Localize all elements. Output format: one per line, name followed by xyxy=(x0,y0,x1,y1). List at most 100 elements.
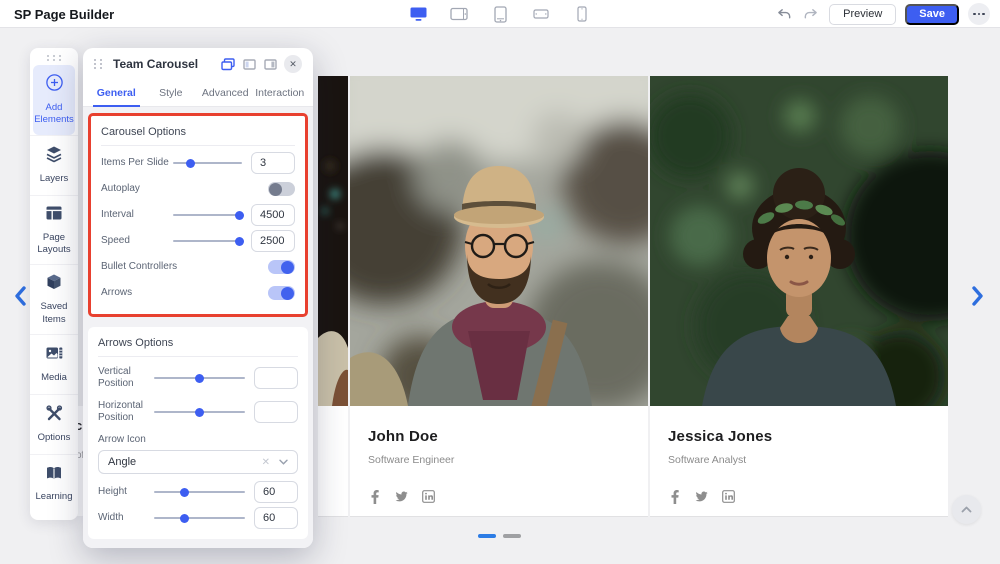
member-photo-jessica-jones xyxy=(650,76,948,406)
facebook-icon[interactable] xyxy=(368,490,381,503)
scroll-to-top-button[interactable] xyxy=(952,495,981,524)
element-settings-panel: Team Carousel ✕ General Style Advanced I… xyxy=(83,48,313,548)
cube-icon xyxy=(45,273,63,296)
close-icon[interactable]: ✕ xyxy=(284,55,302,73)
preview-button[interactable]: Preview xyxy=(829,4,896,25)
layers-icon xyxy=(45,145,63,168)
twitter-icon[interactable] xyxy=(395,490,408,503)
interval-slider[interactable] xyxy=(173,214,242,216)
sidebar-item-media[interactable]: Media xyxy=(30,334,78,394)
sidebar-item-add-elements[interactable]: Add Elements xyxy=(33,65,75,135)
member-card-john-doe: John Doe Software Engineer xyxy=(350,406,648,516)
tools-icon xyxy=(45,404,63,427)
phone-landscape-icon[interactable] xyxy=(531,4,551,24)
member-role: Software Engineer xyxy=(368,454,648,466)
previous-slide-card xyxy=(318,406,348,516)
device-switcher xyxy=(408,0,592,28)
bullet-inactive[interactable] xyxy=(503,534,521,538)
redo-icon[interactable] xyxy=(802,6,820,22)
width-row: Width xyxy=(98,505,298,531)
phone-portrait-icon[interactable] xyxy=(572,4,592,24)
more-options-button[interactable] xyxy=(968,3,990,25)
horizontal-position-input[interactable] xyxy=(254,401,298,423)
arrow-icon-select[interactable]: Angle ✕ xyxy=(98,450,298,474)
duplicate-icon[interactable] xyxy=(221,57,235,71)
linkedin-icon[interactable] xyxy=(422,490,435,503)
carousel-bullets xyxy=(478,534,521,538)
height-slider[interactable] xyxy=(154,491,245,493)
book-icon xyxy=(45,465,63,486)
vertical-position-slider[interactable] xyxy=(154,377,245,379)
arrows-row: Arrows xyxy=(101,280,295,306)
builder-sidebar: Add Elements Layers Page Layouts Saved I… xyxy=(30,48,78,520)
dock-right-icon[interactable] xyxy=(263,57,277,71)
twitter-icon[interactable] xyxy=(695,490,708,503)
save-button[interactable]: Save xyxy=(905,4,959,25)
panel-header: Team Carousel ✕ xyxy=(83,48,313,80)
toolbar-actions: Preview Save xyxy=(775,0,990,28)
bullet-controllers-row: Bullet Controllers xyxy=(101,254,295,280)
bullet-controllers-toggle[interactable] xyxy=(268,260,295,274)
social-links xyxy=(668,490,948,503)
height-input[interactable] xyxy=(254,481,298,503)
section-title: Carousel Options xyxy=(101,122,295,146)
member-name: Jessica Jones xyxy=(668,428,948,445)
sidebar-item-learning[interactable]: Learning xyxy=(30,454,78,514)
carousel-next-arrow-icon[interactable] xyxy=(971,286,989,306)
panel-body: Carousel Options Items Per Slide Autopla… xyxy=(83,107,313,548)
items-per-slide-slider[interactable] xyxy=(173,162,242,164)
media-icon xyxy=(45,344,64,367)
app-title: SP Page Builder xyxy=(14,7,114,22)
interval-row: Interval xyxy=(101,202,295,228)
clear-icon[interactable]: ✕ xyxy=(262,457,270,468)
items-per-slide-row: Items Per Slide xyxy=(101,150,295,176)
tab-advanced[interactable]: Advanced xyxy=(198,80,253,106)
dock-left-icon[interactable] xyxy=(242,57,256,71)
arrows-options-section: Arrows Options Vertical Position Horizon… xyxy=(88,327,308,539)
member-name: John Doe xyxy=(368,428,648,445)
carousel-options-section: Carousel Options Items Per Slide Autopla… xyxy=(88,113,308,317)
tablet-portrait-icon[interactable] xyxy=(490,4,510,24)
member-photo-john-doe xyxy=(350,76,648,406)
tab-style[interactable]: Style xyxy=(144,80,199,106)
arrows-toggle[interactable] xyxy=(268,286,295,300)
plus-circle-icon xyxy=(45,73,64,97)
linkedin-icon[interactable] xyxy=(722,490,735,503)
panel-title: Team Carousel xyxy=(113,57,198,71)
autoplay-toggle[interactable] xyxy=(268,182,295,196)
tablet-landscape-icon[interactable] xyxy=(449,4,469,24)
speed-slider[interactable] xyxy=(173,240,242,242)
interval-input[interactable] xyxy=(251,204,295,226)
speed-input[interactable] xyxy=(251,230,295,252)
section-title: Arrows Options xyxy=(98,333,298,357)
items-per-slide-input[interactable] xyxy=(251,152,295,174)
speed-row: Speed xyxy=(101,228,295,254)
panel-drag-handle[interactable] xyxy=(94,59,104,69)
carousel-prev-arrow-icon[interactable] xyxy=(13,286,31,306)
tab-general[interactable]: General xyxy=(89,80,144,106)
facebook-icon[interactable] xyxy=(668,490,681,503)
width-slider[interactable] xyxy=(154,517,245,519)
undo-icon[interactable] xyxy=(775,6,793,22)
horizontal-position-slider[interactable] xyxy=(154,411,245,413)
width-input[interactable] xyxy=(254,507,298,529)
vertical-position-row: Vertical Position xyxy=(98,361,298,395)
tab-interaction[interactable]: Interaction xyxy=(253,80,308,106)
member-card-jessica-jones: Jessica Jones Software Analyst xyxy=(650,406,948,516)
sidebar-drag-handle[interactable] xyxy=(30,48,78,65)
sidebar-item-options[interactable]: Options xyxy=(30,394,78,454)
previous-slide-photo xyxy=(318,76,348,406)
arrow-icon-value: Angle xyxy=(108,456,136,468)
horizontal-position-row: Horizontal Position xyxy=(98,395,298,429)
panel-tabs: General Style Advanced Interaction xyxy=(83,80,313,107)
sidebar-item-page-layouts[interactable]: Page Layouts xyxy=(30,195,78,265)
member-role: Software Analyst xyxy=(668,454,948,466)
arrow-icon-label: Arrow Icon xyxy=(98,434,298,445)
bullet-active[interactable] xyxy=(478,534,496,538)
top-toolbar: SP Page Builder xyxy=(0,0,1000,28)
sidebar-item-saved-items[interactable]: Saved Items xyxy=(30,264,78,334)
social-links xyxy=(368,490,648,503)
sidebar-item-layers[interactable]: Layers xyxy=(30,135,78,195)
desktop-icon[interactable] xyxy=(408,4,428,24)
vertical-position-input[interactable] xyxy=(254,367,298,389)
